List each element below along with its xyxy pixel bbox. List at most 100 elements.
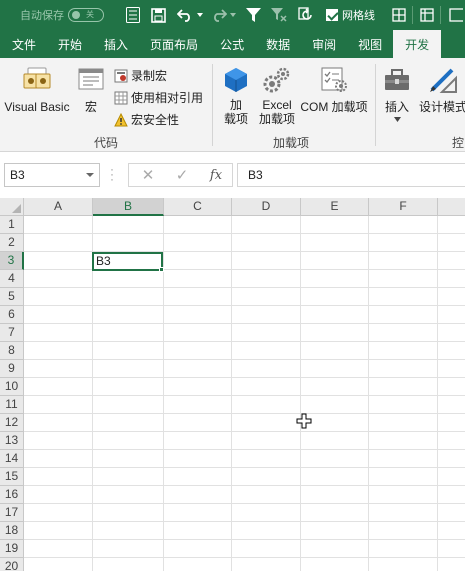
row-header[interactable]: 9 — [0, 360, 24, 378]
relative-references-icon — [114, 91, 128, 104]
insert-control-button[interactable]: 插入 — [380, 66, 414, 122]
row-header[interactable]: 12 — [0, 414, 24, 432]
row-header[interactable]: 10 — [0, 378, 24, 396]
row-header[interactable]: 8 — [0, 342, 24, 360]
window-icon[interactable] — [447, 6, 465, 24]
excel-addins-gear-icon — [263, 67, 290, 93]
tab-insert[interactable]: 插入 — [93, 30, 139, 58]
freeze-panes-icon[interactable] — [418, 6, 436, 24]
tab-home[interactable]: 开始 — [47, 30, 93, 58]
undo-dropdown-icon[interactable] — [196, 6, 204, 24]
tab-developer[interactable]: 开发 — [393, 30, 442, 58]
visual-basic-button[interactable]: Visual Basic — [4, 66, 70, 114]
name-box[interactable]: B3 — [4, 163, 100, 187]
com-addins-label: COM 加载项 — [300, 100, 368, 114]
filter-icon[interactable] — [244, 6, 262, 24]
tab-data[interactable]: 数据 — [255, 30, 301, 58]
row-header[interactable]: 14 — [0, 450, 24, 468]
enter-check-icon[interactable]: ✓ — [167, 164, 197, 186]
column-header-e[interactable]: E — [301, 198, 369, 216]
tab-formulas[interactable]: 公式 — [209, 30, 255, 58]
row-header[interactable]: 13 — [0, 432, 24, 450]
ribbon: Visual Basic 宏 录制宏 使用相对引用 宏安全性 代码 加 载项 E… — [0, 58, 465, 152]
gridline — [24, 503, 465, 504]
row-header[interactable]: 19 — [0, 540, 24, 558]
ribbon-group-divider — [212, 64, 213, 146]
design-mode-button[interactable]: 设计模式 — [418, 66, 465, 114]
addins-label-line2: 载项 — [223, 112, 248, 126]
gridlines-label: 网格线 — [342, 10, 375, 22]
active-cell-b3[interactable]: B3 — [92, 252, 163, 271]
formula-input[interactable]: B3 — [237, 163, 465, 187]
column-header-a[interactable]: A — [24, 198, 93, 216]
redo-icon[interactable] — [210, 6, 228, 24]
undo-icon[interactable] — [176, 6, 194, 24]
gridline — [24, 467, 465, 468]
tab-page-layout[interactable]: 页面布局 — [139, 30, 209, 58]
addins-group-label: 加载项 — [273, 136, 310, 150]
gridline — [24, 287, 465, 288]
warning-icon — [114, 112, 128, 126]
qat-divider — [412, 6, 413, 24]
autosave-toggle[interactable]: 关 — [68, 8, 104, 22]
design-mode-label: 设计模式 — [418, 100, 465, 114]
gridline — [24, 395, 465, 396]
ribbon-group-divider — [375, 64, 376, 146]
borders-icon[interactable] — [390, 6, 408, 24]
column-header-f[interactable]: F — [369, 198, 438, 216]
cell-value: B3 — [96, 254, 111, 268]
tab-view[interactable]: 视图 — [347, 30, 393, 58]
refresh-icon[interactable] — [297, 6, 315, 24]
row-header[interactable]: 4 — [0, 270, 24, 288]
row-header[interactable]: 2 — [0, 234, 24, 252]
row-header[interactable]: 3 — [0, 252, 24, 270]
fill-handle[interactable] — [159, 267, 164, 272]
column-header-c[interactable]: C — [164, 198, 232, 216]
record-macro-label: 录制宏 — [131, 69, 168, 83]
column-header-overflow[interactable] — [438, 198, 465, 216]
row-header[interactable]: 16 — [0, 486, 24, 504]
gridline — [24, 485, 465, 486]
gridline — [24, 431, 465, 432]
gridline — [24, 521, 465, 522]
com-addins-icon — [321, 67, 347, 92]
redo-dropdown-icon[interactable] — [229, 6, 237, 24]
record-macro-button[interactable]: 录制宏 — [114, 67, 167, 84]
macros-button[interactable]: 宏 — [76, 66, 106, 114]
cancel-icon[interactable]: ✕ — [133, 164, 163, 186]
gridlines-toggle[interactable]: 网格线 — [326, 7, 375, 23]
name-box-dropdown-icon[interactable] — [86, 173, 94, 177]
insert-function-icon[interactable]: fx — [201, 164, 231, 186]
select-all-button[interactable] — [0, 198, 24, 216]
tab-review[interactable]: 审阅 — [301, 30, 347, 58]
column-header-b[interactable]: B — [93, 198, 164, 216]
gridline — [24, 233, 465, 234]
excel-addins-label-line2: 加载项 — [258, 112, 295, 126]
gridline — [24, 251, 465, 252]
row-header[interactable]: 11 — [0, 396, 24, 414]
gridlines-checkbox[interactable] — [326, 9, 338, 21]
row-header[interactable]: 17 — [0, 504, 24, 522]
excel-addins-button[interactable]: Excel 加载项 — [256, 66, 298, 126]
visual-basic-icon — [23, 67, 51, 89]
row-header[interactable]: 20 — [0, 558, 24, 571]
addins-button[interactable]: 加 载项 — [218, 66, 254, 126]
row-header[interactable]: 5 — [0, 288, 24, 306]
column-header-d[interactable]: D — [232, 198, 301, 216]
macros-icon — [78, 68, 104, 90]
tab-file[interactable]: 文件 — [0, 30, 47, 58]
clear-filter-icon[interactable] — [270, 6, 288, 24]
row-header[interactable]: 18 — [0, 522, 24, 540]
row-header[interactable]: 6 — [0, 306, 24, 324]
row-header[interactable]: 1 — [0, 216, 24, 234]
gridline — [24, 341, 465, 342]
row-header[interactable]: 15 — [0, 468, 24, 486]
macro-security-button[interactable]: 宏安全性 — [114, 111, 179, 128]
formula-bar-resize-handle[interactable]: · · · — [110, 163, 116, 185]
worksheet-grid[interactable]: A B C D E F 1 2 3 4 5 6 7 8 9 10 11 12 1… — [0, 198, 465, 571]
com-addins-button[interactable]: COM 加载项 — [299, 66, 369, 114]
autosave-control[interactable]: 自动保存 关 — [20, 7, 104, 23]
save-icon[interactable] — [149, 6, 167, 24]
row-header[interactable]: 7 — [0, 324, 24, 342]
relative-references-button[interactable]: 使用相对引用 — [114, 89, 203, 106]
